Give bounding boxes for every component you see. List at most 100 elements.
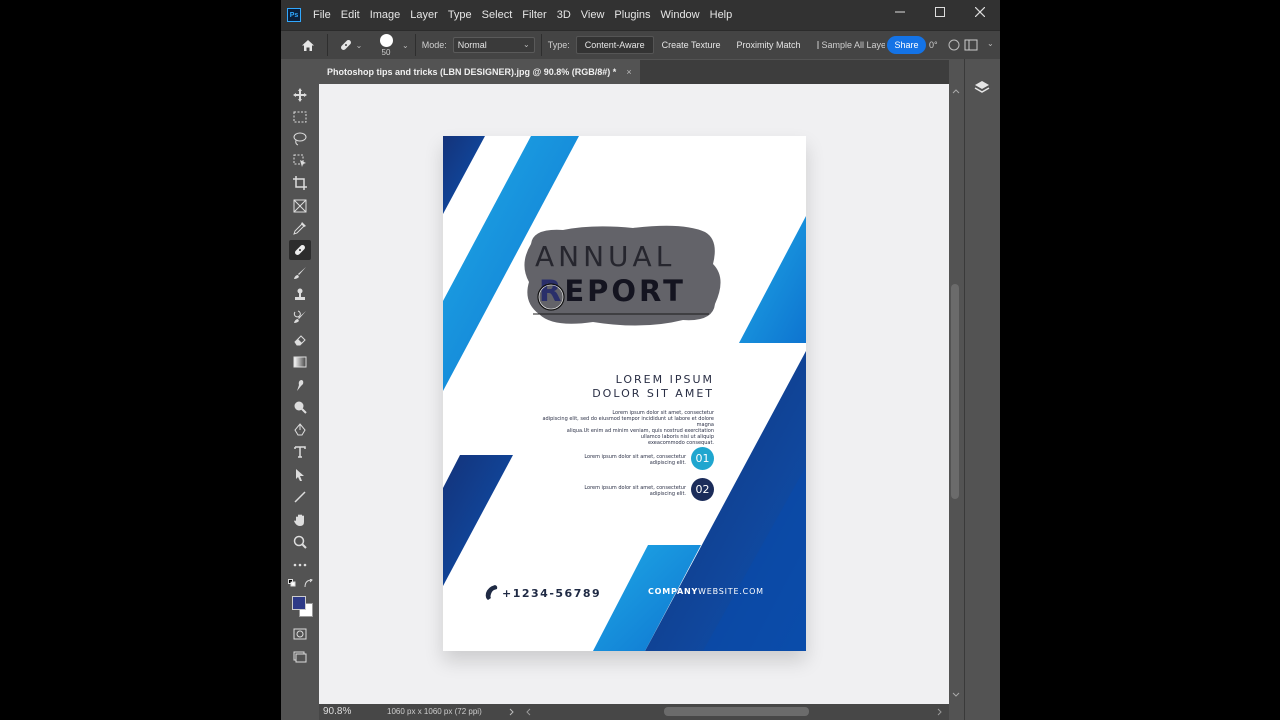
chevron-down-icon[interactable]: ⌄: [987, 39, 994, 48]
clone-stamp-tool[interactable]: [289, 285, 311, 305]
options-bar: ⌄ 50 ⌄ Mode: Normal ⌄ Type: Content-Awar…: [281, 30, 1000, 59]
type-tool[interactable]: [289, 442, 311, 462]
vertical-scroll-thumb[interactable]: [951, 284, 959, 499]
type-create-texture-button[interactable]: Create Texture: [654, 36, 729, 54]
more-tools[interactable]: [289, 555, 311, 575]
vertical-scrollbar[interactable]: [949, 84, 963, 704]
menu-file[interactable]: File: [313, 9, 331, 21]
chevron-down-icon[interactable]: ⌄: [402, 41, 409, 50]
close-icon: [975, 7, 985, 17]
menu-window[interactable]: Window: [661, 9, 700, 21]
maximize-button[interactable]: [920, 0, 960, 24]
gradient-tool[interactable]: [289, 352, 311, 372]
menu-plugins[interactable]: Plugins: [614, 9, 650, 21]
menu-items: File Edit Image Layer Type Select Filter…: [313, 9, 742, 21]
move-icon: [293, 88, 307, 102]
mode-select[interactable]: Normal ⌄: [452, 37, 535, 53]
zoom-level[interactable]: 90.8%: [323, 706, 351, 717]
home-button[interactable]: [295, 34, 321, 56]
window-controls: [880, 0, 1000, 24]
eraser-tool[interactable]: [289, 330, 311, 350]
document-tab-title: Photoshop tips and tricks (LBN DESIGNER)…: [327, 67, 617, 77]
poster-badge-02: 02: [691, 478, 714, 501]
menu-view[interactable]: View: [581, 9, 605, 21]
history-brush-icon: [293, 310, 306, 323]
menu-image[interactable]: Image: [370, 9, 401, 21]
document-info: 1060 px x 1060 px (72 ppi): [387, 707, 482, 716]
chevron-down-icon: ⌄: [355, 40, 363, 50]
chevron-down-icon: ⌄: [523, 40, 530, 49]
dodge-tool[interactable]: [289, 397, 311, 417]
right-panel-dock: [964, 59, 1000, 720]
menu-type[interactable]: Type: [448, 9, 472, 21]
menu-3d[interactable]: 3D: [557, 9, 571, 21]
workspace-icon[interactable]: [964, 38, 978, 52]
stripe-dark-top-left: [443, 136, 485, 214]
poster-heading-line1: LOREM IPSUM: [615, 373, 714, 386]
crop-icon: [293, 176, 307, 190]
dodge-icon: [294, 401, 307, 414]
object-selection-tool[interactable]: [289, 151, 311, 171]
poster-body-line: exeacommodo consequat.: [648, 440, 714, 446]
stamp-icon: [295, 288, 305, 300]
scroll-up-icon[interactable]: [952, 88, 960, 94]
document-tab[interactable]: Photoshop tips and tricks (LBN DESIGNER)…: [319, 60, 640, 84]
document-canvas[interactable]: ANNUAL REPORT LOREM IPSUM DOLOR SIT AMET…: [443, 136, 806, 651]
pen-tool[interactable]: [289, 420, 311, 440]
pressure-size-icon[interactable]: [947, 38, 961, 52]
zoom-icon: [293, 535, 307, 549]
more-icon: [293, 563, 307, 567]
tool-preset-picker[interactable]: ⌄: [334, 34, 366, 56]
close-window-button[interactable]: [960, 0, 1000, 24]
path-selection-tool[interactable]: [289, 465, 311, 485]
menu-layer[interactable]: Layer: [410, 9, 438, 21]
crop-tool[interactable]: [289, 173, 311, 193]
chevron-right-icon[interactable]: [509, 708, 515, 716]
menu-edit[interactable]: Edit: [341, 9, 360, 21]
horizontal-scroll-thumb[interactable]: [664, 707, 809, 716]
menu-select[interactable]: Select: [482, 9, 513, 21]
layers-icon[interactable]: [973, 79, 991, 97]
marquee-tool[interactable]: [289, 107, 311, 127]
smudge-tool[interactable]: [289, 375, 311, 395]
default-colors-icon[interactable]: [288, 579, 296, 587]
menu-filter[interactable]: Filter: [522, 9, 546, 21]
canvas-area[interactable]: ANNUAL REPORT LOREM IPSUM DOLOR SIT AMET…: [319, 84, 949, 704]
healing-brush-tool[interactable]: [289, 240, 311, 260]
brush-cursor-icon: [537, 283, 565, 311]
swap-colors-icon[interactable]: [304, 579, 313, 588]
brush-picker[interactable]: 50: [372, 31, 400, 59]
zoom-tool[interactable]: [289, 532, 311, 552]
lasso-tool[interactable]: [289, 129, 311, 149]
pen-icon: [294, 423, 306, 436]
home-icon: [302, 39, 314, 51]
screen-mode-button[interactable]: [289, 647, 311, 667]
healing-brush-icon: [295, 245, 305, 255]
type-content-aware-button[interactable]: Content-Aware: [575, 36, 654, 54]
history-brush-tool[interactable]: [289, 307, 311, 327]
close-tab-icon[interactable]: ×: [626, 67, 631, 77]
move-tool[interactable]: [289, 85, 311, 105]
mode-value: Normal: [457, 40, 487, 50]
brush-tool[interactable]: [289, 263, 311, 283]
eyedropper-tool[interactable]: [289, 218, 311, 238]
quick-mask-button[interactable]: [289, 624, 311, 644]
screen-mode-icon: [293, 651, 307, 663]
stripe-light-top-right: [739, 216, 806, 343]
type-proximity-match-button[interactable]: Proximity Match: [728, 36, 808, 54]
minimize-button[interactable]: [880, 0, 920, 24]
frame-tool[interactable]: [289, 196, 311, 216]
scroll-down-icon[interactable]: [952, 692, 960, 698]
line-tool[interactable]: [289, 487, 311, 507]
scroll-left-icon[interactable]: [525, 708, 531, 716]
angle-value[interactable]: 0°: [929, 40, 938, 50]
menu-help[interactable]: Help: [710, 9, 733, 21]
hand-tool[interactable]: [289, 510, 311, 530]
document-tabs: Photoshop tips and tricks (LBN DESIGNER)…: [319, 60, 949, 84]
sample-all-layers-checkbox[interactable]: Sample All Layers: [816, 40, 885, 50]
marquee-icon: [293, 111, 307, 123]
foreground-color-swatch[interactable]: [292, 596, 306, 610]
share-button[interactable]: Share: [887, 36, 926, 54]
healing-brush-icon: [340, 40, 351, 50]
scroll-right-icon[interactable]: [937, 708, 943, 716]
